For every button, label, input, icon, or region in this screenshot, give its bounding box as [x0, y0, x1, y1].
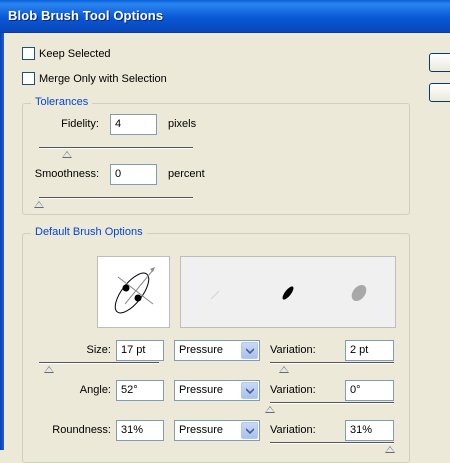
- size-mode-select[interactable]: Pressure: [174, 340, 260, 361]
- brush-ellipse-icon: [114, 267, 155, 314]
- angle-mode-value: Pressure: [179, 384, 224, 396]
- angle-label: Angle:: [79, 384, 111, 396]
- angle-variation-label: Variation:: [270, 384, 316, 396]
- slider-track: [39, 197, 193, 199]
- roundness-mode-value: Pressure: [179, 424, 224, 436]
- cancel-button[interactable]: [429, 83, 450, 102]
- checkbox-box[interactable]: [22, 47, 35, 60]
- roundness-input[interactable]: 31%: [116, 420, 164, 441]
- keep-selected-checkbox[interactable]: Keep Selected: [22, 47, 111, 60]
- fidelity-unit: pixels: [168, 118, 197, 130]
- fidelity-slider[interactable]: [39, 147, 193, 159]
- roundness-variation-label: Variation:: [270, 424, 316, 436]
- slider-thumb[interactable]: [44, 366, 54, 373]
- smoothness-input[interactable]: 0: [110, 164, 157, 185]
- tolerances-group: Tolerances Fidelity: 4 pixels Smoothness…: [22, 96, 410, 215]
- roundness-variation-input[interactable]: 31%: [345, 420, 394, 441]
- size-mode-value: Pressure: [179, 344, 224, 356]
- size-slider[interactable]: [39, 362, 159, 374]
- slider-track: [39, 362, 159, 364]
- window-title: Blob Brush Tool Options: [8, 8, 164, 23]
- roundness-variation-slider[interactable]: [270, 442, 395, 454]
- slider-thumb[interactable]: [265, 406, 275, 413]
- smoothness-slider[interactable]: [34, 197, 193, 209]
- brush-tip-icon: [210, 285, 367, 301]
- angle-variation-slider[interactable]: [265, 402, 394, 414]
- brush-options-group: Default Brush Options Size: 17 pt Pressu…: [22, 226, 410, 463]
- angle-mode-select[interactable]: Pressure: [174, 380, 260, 401]
- fidelity-input[interactable]: 4: [110, 114, 157, 135]
- smoothness-unit: percent: [168, 168, 205, 180]
- dialog-body: Keep Selected Merge Only with Selection …: [4, 33, 450, 463]
- chevron-down-icon[interactable]: [241, 342, 258, 359]
- size-label: Size:: [86, 344, 111, 356]
- size-variation-input[interactable]: 2 pt: [345, 340, 394, 361]
- fidelity-label: Fidelity:: [61, 118, 99, 130]
- size-variation-label: Variation:: [270, 344, 316, 356]
- tolerances-title: Tolerances: [31, 96, 93, 108]
- slider-thumb[interactable]: [279, 366, 289, 373]
- slider-track: [39, 147, 193, 149]
- size-input[interactable]: 17 pt: [116, 340, 164, 361]
- brush-variation-preview: [180, 256, 396, 328]
- chevron-down-icon[interactable]: [241, 422, 258, 439]
- brush-options-title: Default Brush Options: [31, 226, 147, 238]
- slider-track: [270, 442, 394, 444]
- size-variation-slider[interactable]: [270, 362, 394, 374]
- slider-thumb[interactable]: [34, 201, 44, 208]
- angle-variation-input[interactable]: 0°: [345, 380, 394, 401]
- ok-button[interactable]: [429, 53, 450, 72]
- merge-only-checkbox[interactable]: Merge Only with Selection: [22, 72, 167, 85]
- slider-track: [270, 362, 394, 364]
- keep-selected-label: Keep Selected: [39, 47, 111, 60]
- slider-track: [270, 402, 394, 404]
- merge-only-label: Merge Only with Selection: [39, 72, 167, 85]
- checkbox-box[interactable]: [22, 72, 35, 85]
- roundness-label: Roundness:: [52, 424, 111, 436]
- chevron-down-icon[interactable]: [241, 382, 258, 399]
- title-bar: Blob Brush Tool Options: [0, 0, 450, 33]
- angle-input[interactable]: 52°: [116, 380, 164, 401]
- smoothness-label: Smoothness:: [34, 168, 99, 180]
- roundness-mode-select[interactable]: Pressure: [174, 420, 260, 441]
- slider-thumb[interactable]: [62, 151, 72, 158]
- brush-shape-preview[interactable]: [97, 256, 170, 328]
